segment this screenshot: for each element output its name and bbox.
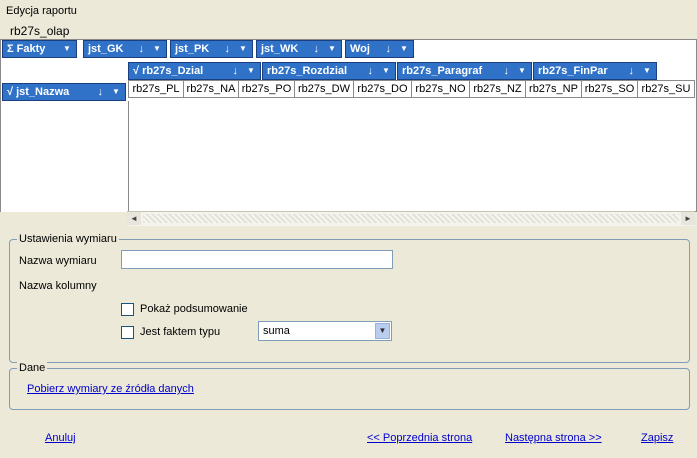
- chevron-down-icon[interactable]: ▼: [58, 41, 76, 57]
- filter-dimension-4[interactable]: Woj ↓ ▼: [345, 40, 414, 58]
- show-summary-label: Pokaż podsumowanie: [140, 303, 248, 315]
- filter-dimension-label: Woj: [350, 43, 370, 55]
- chevron-down-icon[interactable]: ▼: [375, 323, 390, 339]
- source-name: rb27s_olap: [10, 24, 70, 38]
- is-fact-checkbox[interactable]: [121, 326, 134, 339]
- save-link[interactable]: Zapisz: [641, 432, 673, 444]
- filter-dimension-label: jst_PK: [175, 43, 210, 55]
- row-dimension-label: √ jst_Nazwa: [7, 86, 70, 98]
- column-header-cell[interactable]: rb27s_NO: [411, 80, 470, 98]
- filter-dimension-1[interactable]: jst_GK ↓ ▼: [83, 40, 167, 58]
- filter-dimension-3[interactable]: jst_WK ↓ ▼: [256, 40, 342, 58]
- filter-dimension-label: jst_WK: [261, 43, 299, 55]
- chevron-down-icon[interactable]: ▼: [395, 41, 413, 57]
- filter-dimension-label: Σ Fakty: [7, 43, 46, 55]
- horizontal-scrollbar[interactable]: ◄ ►: [127, 211, 695, 226]
- column-dimension-2[interactable]: rb27s_Paragraf ↓ ▼: [397, 62, 532, 80]
- chevron-down-icon[interactable]: ▼: [638, 63, 656, 79]
- chevron-down-icon[interactable]: ▼: [377, 63, 395, 79]
- chevron-down-icon[interactable]: ▼: [148, 41, 166, 57]
- column-dimension-1[interactable]: rb27s_Rozdzial ↓ ▼: [262, 62, 396, 80]
- fetch-dimensions-link[interactable]: Pobierz wymiary ze źródła danych: [27, 383, 194, 395]
- filter-dimension-label: jst_GK: [88, 43, 124, 55]
- column-header-cell[interactable]: rb27s_NP: [525, 80, 582, 98]
- olap-pivot-area: Σ Fakty ▼ jst_GK ↓ ▼ jst_PK ↓ ▼ jst_WK ↓ ▼ Woj ↓ ▼ √ …: [0, 39, 697, 212]
- filter-dimension-0[interactable]: Σ Fakty ▼: [2, 40, 77, 58]
- dimension-settings-legend: Ustawienia wymiaru: [17, 233, 119, 245]
- sort-arrow-icon[interactable]: ↓: [139, 41, 145, 57]
- scroll-right-icon[interactable]: ►: [681, 212, 695, 225]
- chevron-down-icon[interactable]: ▼: [323, 41, 341, 57]
- sort-arrow-icon[interactable]: ↓: [314, 41, 320, 57]
- column-dimension-0[interactable]: √ rb27s_Dzial ↓ ▼: [128, 62, 261, 80]
- column-header-cell[interactable]: rb27s_NA: [183, 80, 239, 98]
- dimension-name-label: Nazwa wymiaru: [19, 255, 97, 267]
- dimension-name-input[interactable]: [121, 250, 393, 269]
- row-header-panel: [1, 101, 129, 212]
- column-header-cell[interactable]: rb27s_SU: [637, 80, 695, 98]
- sort-arrow-icon[interactable]: ↓: [233, 63, 239, 79]
- column-header-cell[interactable]: rb27s_PL: [128, 80, 184, 98]
- column-header-cell[interactable]: rb27s_PO: [238, 80, 295, 98]
- window-title: Edycja raportu: [6, 5, 77, 17]
- column-header-cell[interactable]: rb27s_NZ: [469, 80, 526, 98]
- scroll-track[interactable]: [143, 214, 679, 223]
- column-header-cell[interactable]: rb27s_DW: [294, 80, 354, 98]
- fact-type-value: suma: [263, 325, 290, 337]
- chevron-down-icon[interactable]: ▼: [234, 41, 252, 57]
- sort-arrow-icon[interactable]: ↓: [98, 84, 104, 100]
- chevron-down-icon[interactable]: ▼: [242, 63, 260, 79]
- column-name-label: Nazwa kolumny: [19, 280, 97, 292]
- is-fact-label: Jest faktem typu: [140, 326, 221, 338]
- scroll-left-icon[interactable]: ◄: [127, 212, 141, 225]
- column-dimension-label: rb27s_FinPar: [538, 65, 608, 77]
- sort-arrow-icon[interactable]: ↓: [368, 63, 374, 79]
- data-group-legend: Dane: [17, 362, 48, 374]
- sort-arrow-icon[interactable]: ↓: [225, 41, 231, 57]
- chevron-down-icon[interactable]: ▼: [513, 63, 531, 79]
- column-dimension-label: rb27s_Rozdzial: [267, 65, 348, 77]
- column-dimension-3[interactable]: rb27s_FinPar ↓ ▼: [533, 62, 657, 80]
- sort-arrow-icon[interactable]: ↓: [386, 41, 392, 57]
- column-dimension-label: rb27s_Paragraf: [402, 65, 483, 77]
- previous-page-link[interactable]: << Poprzednia strona: [367, 432, 472, 444]
- filter-dimension-2[interactable]: jst_PK ↓ ▼: [170, 40, 253, 58]
- sort-arrow-icon[interactable]: ↓: [629, 63, 635, 79]
- next-page-link[interactable]: Następna strona >>: [505, 432, 602, 444]
- sort-arrow-icon[interactable]: ↓: [504, 63, 510, 79]
- column-dimension-label: √ rb27s_Dzial: [133, 65, 204, 77]
- show-summary-checkbox[interactable]: [121, 303, 134, 316]
- column-header-cell[interactable]: rb27s_DO: [353, 80, 412, 98]
- chevron-down-icon[interactable]: ▼: [107, 84, 125, 100]
- cancel-link[interactable]: Anuluj: [45, 432, 76, 444]
- row-dimension-jst-nazwa[interactable]: √ jst_Nazwa ↓ ▼: [2, 83, 126, 101]
- fact-type-select[interactable]: suma ▼: [258, 321, 392, 341]
- column-header-cell[interactable]: rb27s_SO: [581, 80, 638, 98]
